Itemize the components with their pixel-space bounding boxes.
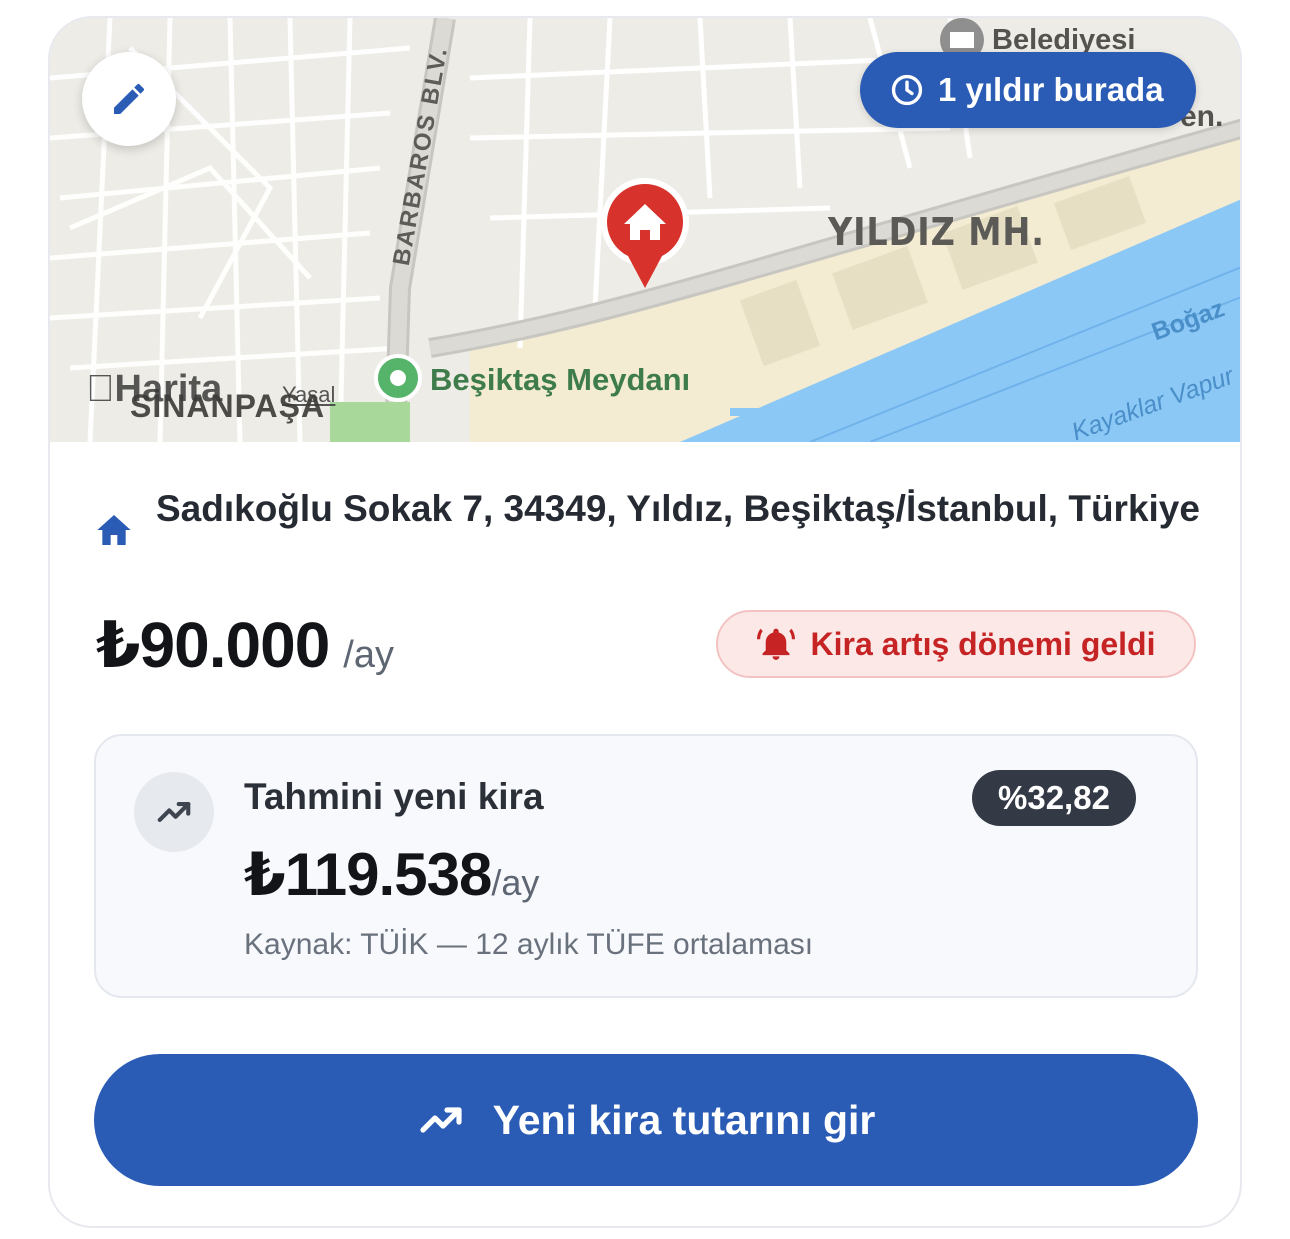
- estimate-amount: ₺119.538: [244, 841, 492, 908]
- alert-text: Kira artış dönemi geldi: [810, 625, 1156, 662]
- map-legal-link[interactable]: Yasal: [282, 382, 335, 408]
- trending-up-icon: [420, 1107, 462, 1133]
- tenure-text: 1 yıldır burada: [938, 71, 1164, 108]
- estimate-title: Tahmini yeni kira: [244, 776, 544, 817]
- address-text: Sadıkoğlu Sokak 7, 34349, Yıldız, Beşikt…: [156, 488, 1200, 529]
- edit-button[interactable]: [82, 52, 176, 146]
- bell-ringing-icon: [756, 628, 795, 660]
- estimate-unit: /ay: [491, 862, 540, 903]
- rent-increase-alert[interactable]: Kira artış dönemi geldi: [716, 610, 1196, 678]
- current-rent-unit: /ay: [343, 634, 394, 676]
- current-rent: ₺90.000 /ay: [96, 608, 394, 683]
- tenure-badge: 1 yıldır burada: [860, 52, 1196, 128]
- cta-label: Yeni kira tutarını gir: [492, 1096, 876, 1143]
- map-label-square: Beşiktaş Meydanı: [430, 362, 691, 397]
- trending-up-icon: [157, 802, 191, 822]
- map-attribution-text: Harita: [86, 368, 223, 410]
- estimated-rent-panel: Tahmini yeni kira %32,82 ₺119.538 /ay Ka…: [94, 734, 1198, 998]
- home-icon: [97, 515, 131, 545]
- rental-card: Belediyesi en. YILDIZ MH. BARBAROS BLV. …: [48, 16, 1242, 1228]
- clock-icon: [891, 74, 923, 106]
- address-row: Sadıkoğlu Sokak 7, 34349, Yıldız, Beşikt…: [94, 486, 1204, 550]
- estimate-icon-wrap: [134, 772, 214, 852]
- estimate-price: ₺119.538 /ay: [244, 840, 539, 910]
- estimate-source: Kaynak: TÜİK — 12 aylık TÜFE ortalaması: [244, 928, 814, 961]
- apple-logo-icon: : [86, 368, 115, 410]
- map-label-district: YILDIZ MH.: [828, 210, 1045, 254]
- enter-new-rent-button[interactable]: Yeni kira tutarını gir: [94, 1054, 1198, 1186]
- pencil-icon: [114, 83, 145, 114]
- current-rent-amount: ₺90.000: [96, 609, 330, 681]
- map-attribution: Harita: [86, 368, 222, 411]
- map-view[interactable]: Belediyesi en. YILDIZ MH. BARBAROS BLV. …: [50, 18, 1240, 442]
- increase-percent-badge: %32,82: [972, 770, 1136, 826]
